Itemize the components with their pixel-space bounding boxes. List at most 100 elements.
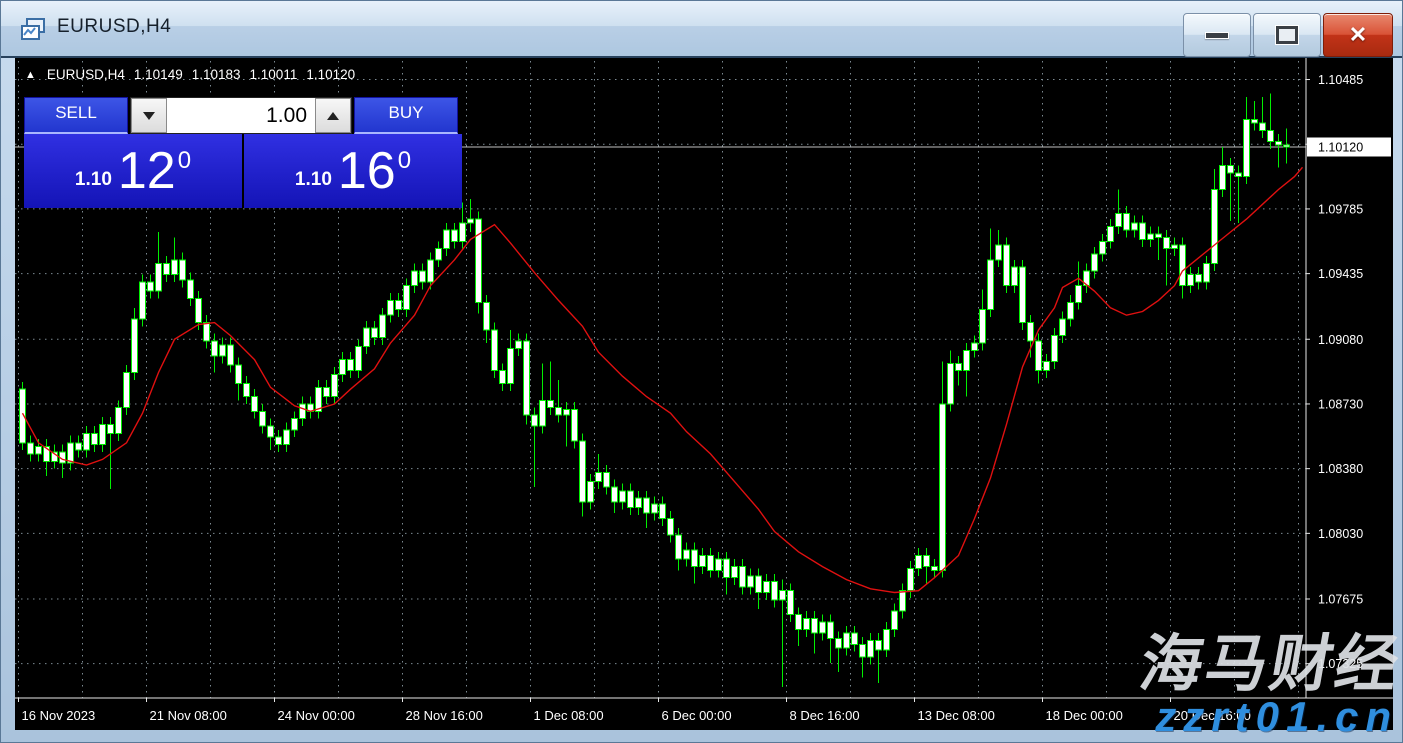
titlebar[interactable]: EURUSD,H4 ✕ xyxy=(1,1,1402,58)
candle-body xyxy=(476,219,482,302)
candle-body xyxy=(972,343,978,350)
candle-body xyxy=(516,341,522,348)
candle-body xyxy=(1284,145,1290,147)
volume-input[interactable] xyxy=(167,98,315,133)
candle-body xyxy=(652,504,658,513)
candle-body xyxy=(540,400,546,426)
candle-body xyxy=(404,286,410,310)
candle-body xyxy=(676,535,682,559)
candle-body xyxy=(396,300,402,309)
candle-body xyxy=(692,550,698,567)
candle-body xyxy=(1212,190,1218,264)
candle-body xyxy=(1124,214,1130,231)
candle-body xyxy=(500,371,506,384)
volume-increase-button[interactable] xyxy=(315,98,351,133)
candle-body xyxy=(1052,336,1058,362)
candle-body xyxy=(884,629,890,649)
candle-body xyxy=(1236,173,1242,177)
x-axis-label: 13 Dec 08:00 xyxy=(918,708,995,723)
candle-body xyxy=(332,374,338,396)
candle-body xyxy=(820,622,826,633)
candle-body xyxy=(228,345,234,365)
candle-body xyxy=(788,591,794,615)
candle-body xyxy=(772,581,778,599)
ohlc-high: 1.10183 xyxy=(192,67,241,82)
candle-body xyxy=(1060,319,1066,336)
candle-body xyxy=(1004,245,1010,286)
y-axis-label: 1.10485 xyxy=(1318,73,1363,87)
close-button[interactable]: ✕ xyxy=(1323,13,1393,57)
candle-body xyxy=(980,310,986,343)
candle-body xyxy=(836,639,842,648)
sell-button[interactable]: SELL xyxy=(24,97,128,134)
candle-body xyxy=(148,282,154,291)
candle-body xyxy=(1220,165,1226,189)
candle-body xyxy=(260,411,266,426)
candle-body xyxy=(1196,275,1202,282)
candle-body xyxy=(732,567,738,578)
candle-body xyxy=(28,443,34,454)
x-axis-label: 8 Dec 16:00 xyxy=(790,708,860,723)
candle-body xyxy=(412,271,418,286)
candle-body xyxy=(628,491,634,508)
candle-body xyxy=(1076,286,1082,303)
candle-body xyxy=(468,219,474,223)
buy-price-prefix: 1.10 xyxy=(295,169,332,191)
candle-body xyxy=(844,633,850,648)
buy-quote-button[interactable]: 1.10 16 0 xyxy=(244,134,462,208)
bid-price-label: 1.10120 xyxy=(1318,141,1363,155)
candle-body xyxy=(156,263,162,291)
candle-body xyxy=(916,556,922,569)
candle-body xyxy=(1148,234,1154,240)
candle-body xyxy=(908,568,914,590)
candle-body xyxy=(100,424,106,444)
x-axis-label: 28 Nov 16:00 xyxy=(406,708,483,723)
candle-body xyxy=(860,644,866,657)
candle-body xyxy=(996,245,1002,260)
volume-decrease-button[interactable] xyxy=(131,98,167,133)
candle-body xyxy=(276,437,282,444)
candle-body xyxy=(932,567,938,571)
panel-collapse-icon[interactable]: ▲ xyxy=(25,69,36,81)
candle-body xyxy=(508,348,514,383)
candle-body xyxy=(748,576,754,587)
candle-body xyxy=(724,559,730,577)
candle-body xyxy=(620,491,626,502)
candle-body xyxy=(588,482,594,502)
sell-quote-button[interactable]: 1.10 12 0 xyxy=(24,134,242,208)
y-axis-label: 1.09435 xyxy=(1318,267,1363,281)
candle-body xyxy=(988,260,994,310)
chevron-down-icon xyxy=(143,112,155,120)
minimize-button[interactable] xyxy=(1183,13,1251,57)
candle-body xyxy=(796,615,802,630)
candle-body xyxy=(1228,165,1234,172)
candle-body xyxy=(1132,223,1138,230)
buy-button[interactable]: BUY xyxy=(354,97,458,134)
restore-button[interactable] xyxy=(1253,13,1321,57)
candle-body xyxy=(1260,123,1266,130)
sell-price-point: 0 xyxy=(178,147,191,175)
candle-body xyxy=(684,550,690,559)
candle-body xyxy=(636,498,642,507)
candle-body xyxy=(828,622,834,639)
candle-body xyxy=(1068,302,1074,319)
candle-body xyxy=(220,345,226,356)
x-axis-label: 18 Dec 00:00 xyxy=(1046,708,1123,723)
candle-body xyxy=(1108,226,1114,241)
candle-body xyxy=(420,271,426,282)
candle-body xyxy=(36,446,42,453)
ohlc-low: 1.10011 xyxy=(250,67,298,82)
candle-body xyxy=(268,426,274,437)
candle-body xyxy=(140,282,146,319)
y-axis-label: 1.08380 xyxy=(1318,462,1363,476)
buy-price-point: 0 xyxy=(398,147,411,175)
chart-window: 1.104851.097851.094351.090801.087301.083… xyxy=(0,0,1403,743)
candle-body xyxy=(716,559,722,570)
chart-window-icon xyxy=(21,17,45,41)
ohlc-header: ▲ EURUSD,H4 1.10149 1.10183 1.10011 1.10… xyxy=(25,67,355,82)
ohlc-close: 1.10120 xyxy=(306,67,355,82)
candle-body xyxy=(236,365,242,383)
candle-body xyxy=(1244,119,1250,176)
x-axis-label: 21 Nov 08:00 xyxy=(150,708,227,723)
candle-body xyxy=(1020,267,1026,322)
